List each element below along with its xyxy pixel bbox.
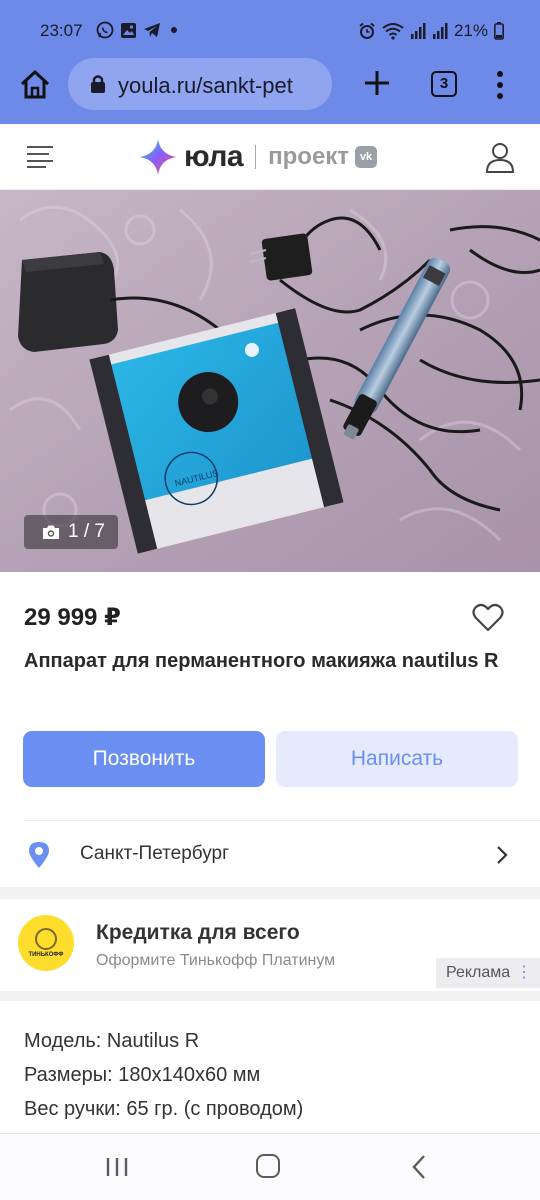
logo-word: юла [184,140,244,173]
status-notification-icons [96,21,181,39]
address-bar[interactable]: youla.ru/sankt-pet [68,58,332,110]
lock-icon [91,75,105,93]
hamburger-icon[interactable] [26,144,54,168]
signal-icon [410,23,426,39]
more-vert-icon[interactable] [492,68,508,102]
ad-tag-label: Реклама [446,964,511,981]
location-row[interactable]: Санкт-Петербург [0,821,540,887]
site-logo[interactable]: юла проект vk [138,136,378,178]
home-button-icon[interactable] [256,1154,280,1178]
location-pin-icon [29,842,49,868]
home-icon[interactable] [18,68,52,102]
status-time: 23:07 [40,21,83,40]
tinkoff-logo: ТИНЬКОФФ [18,915,74,971]
section-gap [0,887,540,899]
battery-percent: 21% [453,21,488,40]
whatsapp-icon [96,21,114,39]
status-system-icons: 21% [358,21,504,41]
battery-icon [494,22,504,40]
item-description: Модель: Nautilus R Размеры: 180х140х60 м… [24,1024,303,1126]
item-title: Аппарат для перманентного макияжа nautil… [24,650,499,672]
message-button[interactable]: Написать [276,731,518,787]
ad-subtitle: Оформите Тинькофф Платинум [96,952,336,969]
browser-toolbar: youla.ru/sankt-pet 3 [0,56,540,112]
recent-apps-icon[interactable] [104,1156,130,1178]
system-navigation-bar [0,1133,540,1200]
logo-separator [255,145,257,169]
profile-icon[interactable] [484,140,516,174]
signal-icon [432,23,448,39]
description-line: Вес ручки: 65 гр. (с проводом) [24,1098,304,1120]
ad-tag[interactable]: Реклама ⋮ [436,958,540,988]
plus-icon[interactable] [360,66,394,100]
gallery-icon [121,22,136,38]
status-bar: 23:07 21% [0,0,540,60]
telegram-icon [144,23,160,37]
ad-banner[interactable]: ТИНЬКОФФ Кредитка для всего Оформите Тин… [0,899,540,991]
more-vert-icon: ⋮ [516,964,532,981]
back-icon[interactable] [410,1154,428,1180]
description-line: Размеры: 180х140х60 мм [24,1064,261,1086]
yula-star-icon [140,139,176,175]
description-line: Модель: Nautilus R [24,1030,200,1052]
call-button[interactable]: Позвонить [23,731,265,787]
chevron-right-icon [497,846,508,864]
photo-counter-text: 1 / 7 [68,521,105,542]
product-photo[interactable]: NAUTILUS 1 / 7 [0,190,540,572]
tinkoff-emblem-icon [35,928,57,950]
camera-icon [43,525,59,539]
location-text: Санкт-Петербург [80,843,230,864]
heart-icon[interactable] [472,602,504,632]
photo-counter: 1 / 7 [24,515,118,549]
section-gap [0,991,540,1001]
alarm-icon [359,22,375,39]
wifi-icon [382,23,404,40]
ad-title: Кредитка для всего [96,921,300,944]
browser-chrome: 23:07 21% youla.ru/sankt-pet 3 [0,0,540,124]
dot-icon [171,27,177,33]
vk-badge: vk [355,146,378,168]
tinkoff-logo-text: ТИНЬКОФФ [28,952,64,958]
tabs-icon[interactable]: 3 [431,71,457,97]
url-text: youla.ru/sankt-pet [118,73,293,98]
logo-project-text: проект [268,143,350,170]
item-price: 29 999 ₽ [24,604,121,631]
site-header: юла проект vk [0,124,540,190]
